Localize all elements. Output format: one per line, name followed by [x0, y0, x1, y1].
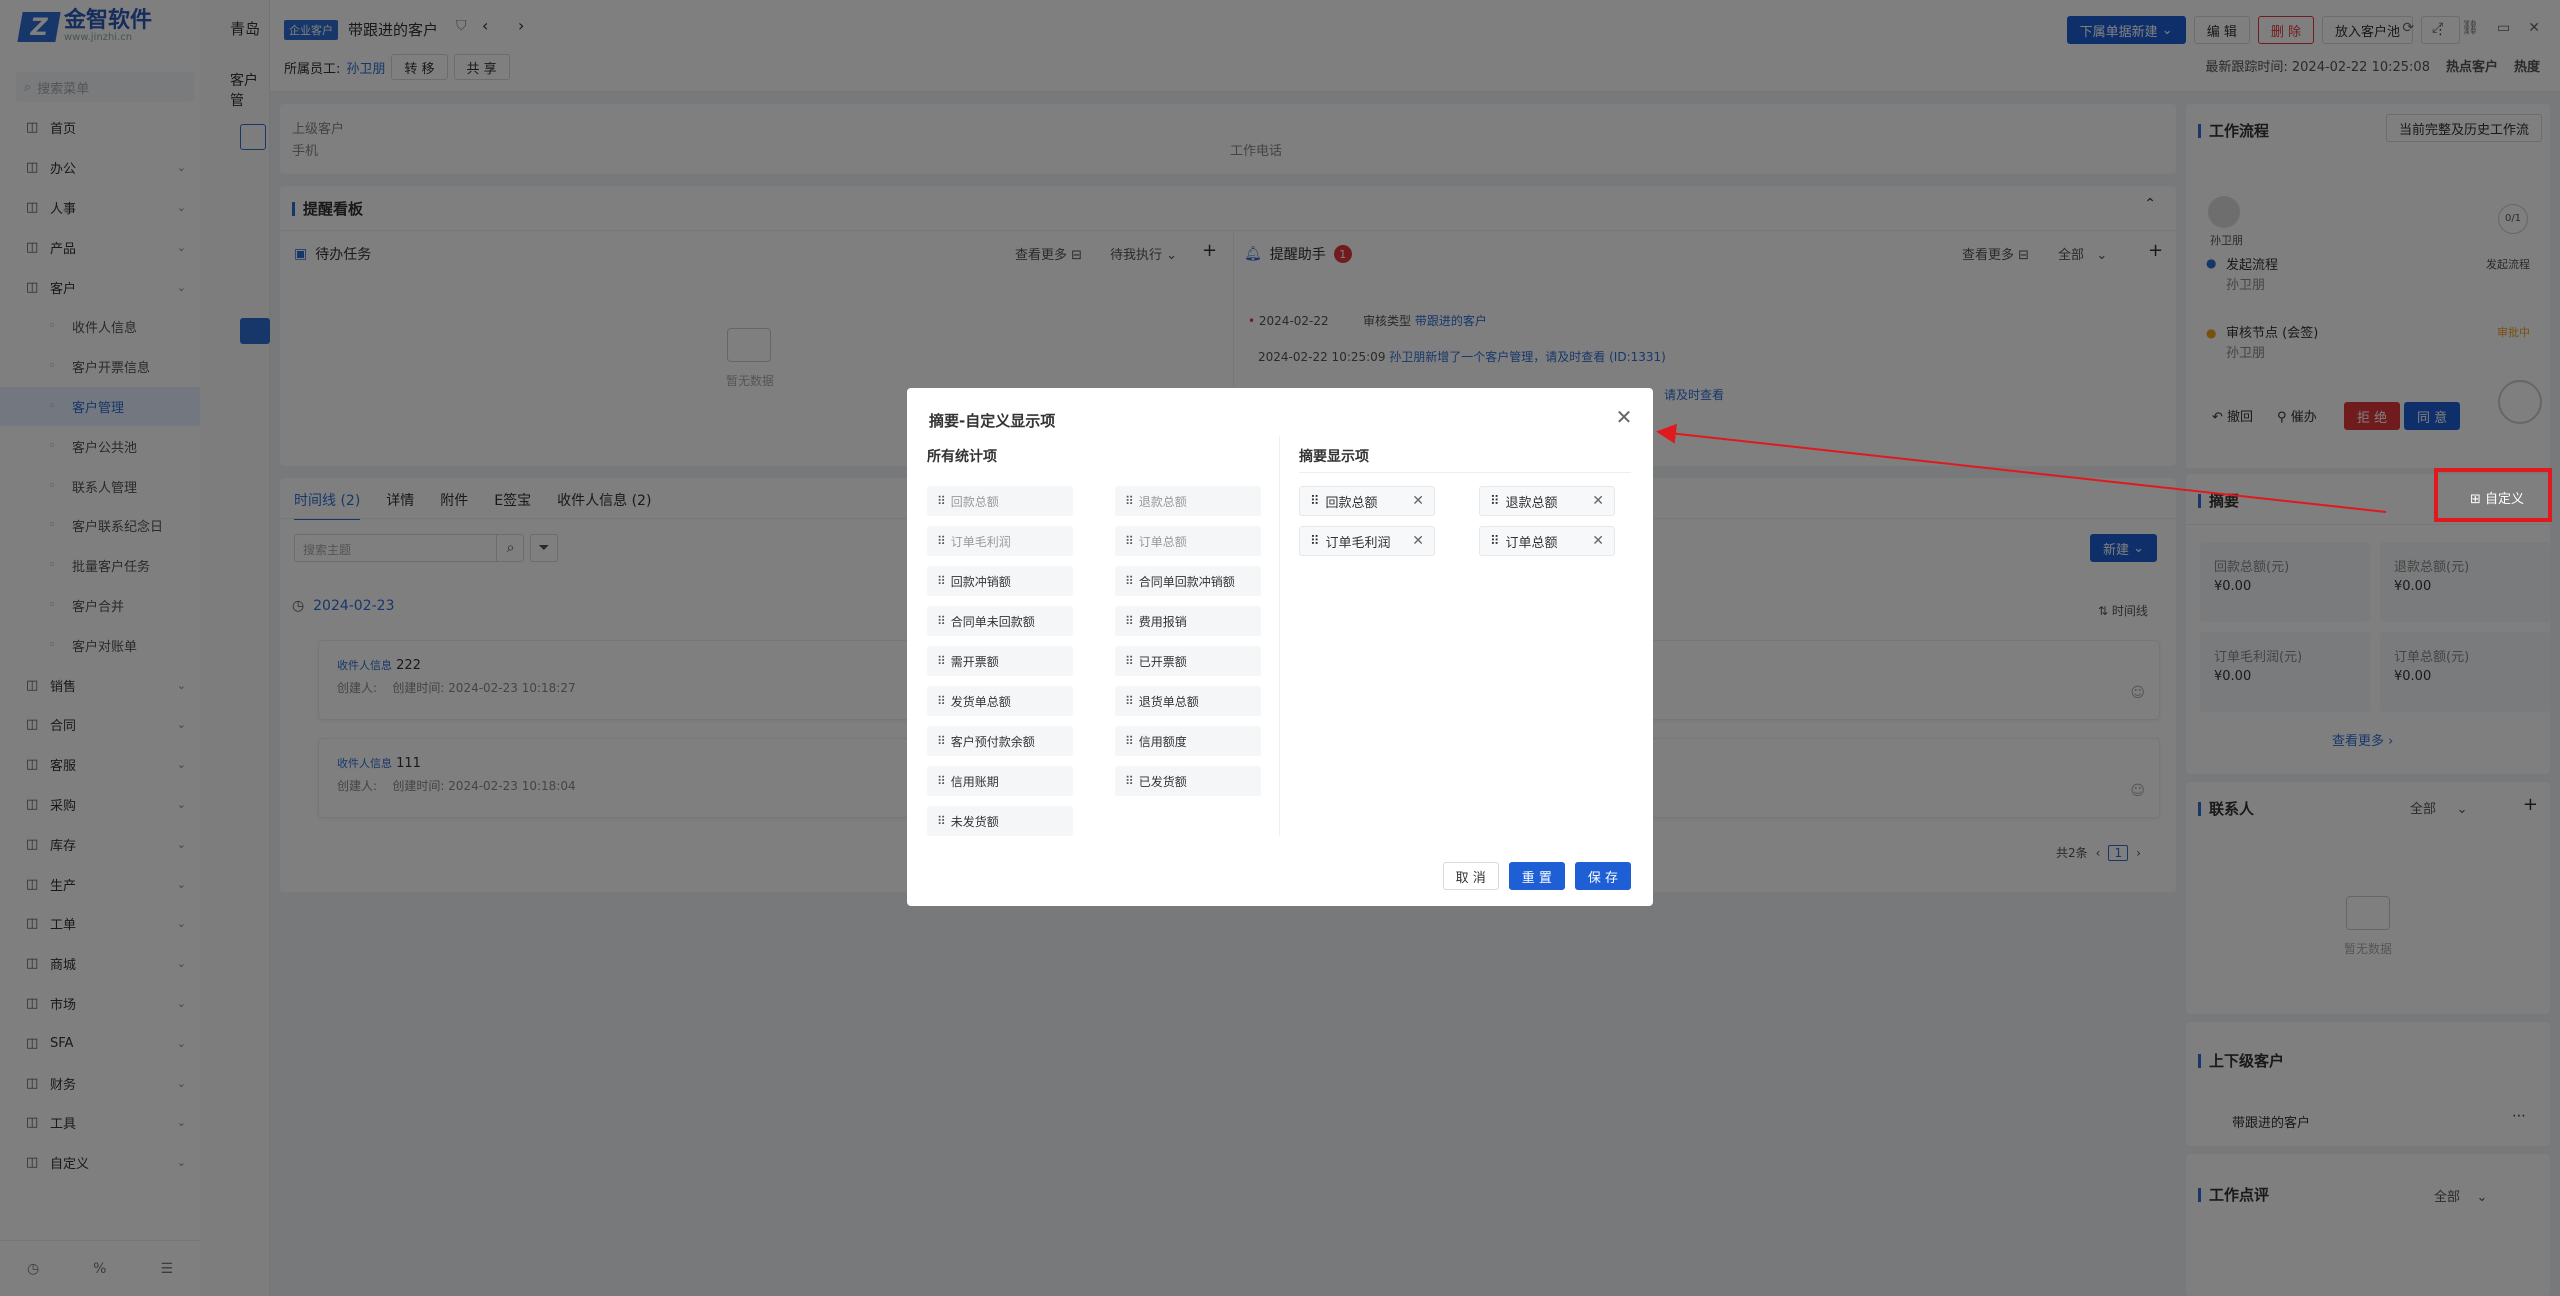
stat-option-item[interactable]: ⠿ 合同单未回款额	[927, 606, 1073, 636]
drag-handle-icon: ⠿	[1125, 494, 1134, 508]
drag-handle-icon: ⠿	[1125, 614, 1134, 628]
drag-handle-icon: ⠿	[937, 694, 946, 708]
drag-handle-icon: ⠿	[1125, 774, 1134, 788]
drag-handle-icon: ⠿	[937, 614, 946, 628]
stat-option-label: 订单毛利润	[950, 534, 1011, 549]
stat-option-item[interactable]: ⠿ 费用报销	[1115, 606, 1261, 636]
stat-option-label: 退货单总额	[1138, 694, 1199, 709]
shown-item[interactable]: ⠿ 订单毛利润 ✕	[1299, 526, 1435, 556]
all-items-title: 所有统计项	[927, 449, 997, 465]
stat-option-label: 回款总额	[950, 494, 999, 509]
remove-icon[interactable]: ✕	[1412, 493, 1424, 509]
drag-handle-icon[interactable]: ⠿	[1310, 534, 1320, 549]
drag-handle-icon: ⠿	[937, 774, 946, 788]
dialog-title: 摘要-自定义显示项	[929, 412, 1056, 430]
drag-handle-icon: ⠿	[937, 494, 946, 508]
stat-option-item: ⠿ 订单总额	[1115, 526, 1261, 556]
stat-option-item: ⠿ 退款总额	[1115, 486, 1261, 516]
dialog-divider	[1279, 436, 1280, 836]
stat-option-item[interactable]: ⠿ 客户预付款余额	[927, 726, 1073, 756]
dialog-footer: 取 消 重 置 保 存	[1442, 862, 1631, 890]
stat-option-label: 已发货额	[1138, 774, 1187, 789]
shown-item-label: 订单总额	[1505, 535, 1558, 551]
stat-option-label: 合同单未回款额	[950, 614, 1035, 629]
stat-option-item: ⠿ 订单毛利润	[927, 526, 1073, 556]
stat-option-label: 订单总额	[1138, 534, 1187, 549]
stat-option-label: 客户预付款余额	[950, 734, 1035, 749]
shown-item-label: 订单毛利润	[1325, 535, 1391, 551]
remove-icon[interactable]: ✕	[1592, 493, 1604, 509]
drag-handle-icon: ⠿	[1125, 574, 1134, 588]
stat-option-item[interactable]: ⠿ 退货单总额	[1115, 686, 1261, 716]
stat-option-item[interactable]: ⠿ 回款冲销额	[927, 566, 1073, 596]
stat-option-item[interactable]: ⠿ 信用额度	[1115, 726, 1261, 756]
shown-item[interactable]: ⠿ 回款总额 ✕	[1299, 486, 1435, 516]
stat-option-item[interactable]: ⠿ 未发货额	[927, 806, 1073, 836]
drag-handle-icon: ⠿	[937, 814, 946, 828]
close-icon[interactable]: ✕	[1613, 406, 1635, 428]
shown-items-list: ⠿ 回款总额 ✕ ⠿ 退款总额 ✕ ⠿ 订单毛利润 ✕ ⠿ 订单总额 ✕	[1299, 486, 1619, 556]
drag-handle-icon: ⠿	[937, 534, 946, 548]
drag-handle-icon[interactable]: ⠿	[1490, 494, 1500, 509]
stat-option-label: 未发货额	[950, 814, 999, 829]
stat-option-item[interactable]: ⠿ 已开票额	[1115, 646, 1261, 676]
stat-option-item[interactable]: ⠿ 已发货额	[1115, 766, 1261, 796]
stat-option-label: 发货单总额	[950, 694, 1011, 709]
remove-icon[interactable]: ✕	[1412, 533, 1424, 549]
shown-items-title: 摘要显示项	[1299, 449, 1369, 465]
stat-option-label: 费用报销	[1138, 614, 1187, 629]
drag-handle-icon: ⠿	[937, 574, 946, 588]
stat-option-label: 需开票额	[950, 654, 999, 669]
drag-handle-icon[interactable]: ⠿	[1310, 494, 1320, 509]
drag-handle-icon: ⠿	[1125, 734, 1134, 748]
divider	[1299, 472, 1631, 473]
customize-summary-dialog: 摘要-自定义显示项 ✕ 所有统计项 摘要显示项 ⠿ 回款总额 ⠿ 退款总额 ⠿ 订单毛利润…	[907, 388, 1653, 906]
all-items-list: ⠿ 回款总额 ⠿ 退款总额 ⠿ 订单毛利润 ⠿ 订单总额 ⠿ 回款冲销额 ⠿ 合同单回款冲销额 ⠿ 合同单…	[927, 486, 1267, 836]
stat-option-label: 退款总额	[1138, 494, 1187, 509]
stat-option-label: 合同单回款冲销额	[1138, 574, 1235, 589]
drag-handle-icon: ⠿	[1125, 694, 1134, 708]
stat-option-item[interactable]: ⠿ 信用账期	[927, 766, 1073, 796]
drag-handle-icon: ⠿	[937, 734, 946, 748]
stat-option-item: ⠿ 回款总额	[927, 486, 1073, 516]
shown-item-label: 退款总额	[1505, 495, 1558, 511]
reset-button[interactable]: 重 置	[1508, 862, 1565, 890]
remove-icon[interactable]: ✕	[1592, 533, 1604, 549]
stat-option-item[interactable]: ⠿ 合同单回款冲销额	[1115, 566, 1261, 596]
drag-handle-icon: ⠿	[1125, 534, 1134, 548]
stat-option-label: 信用额度	[1138, 734, 1187, 749]
drag-handle-icon[interactable]: ⠿	[1490, 534, 1500, 549]
cancel-button[interactable]: 取 消	[1442, 862, 1499, 890]
stat-option-item[interactable]: ⠿ 需开票额	[927, 646, 1073, 676]
drag-handle-icon: ⠿	[1125, 654, 1134, 668]
stat-option-label: 已开票额	[1138, 654, 1187, 669]
shown-item[interactable]: ⠿ 订单总额 ✕	[1479, 526, 1615, 556]
shown-item[interactable]: ⠿ 退款总额 ✕	[1479, 486, 1615, 516]
stat-option-label: 回款冲销额	[950, 574, 1011, 589]
save-button[interactable]: 保 存	[1574, 862, 1631, 890]
shown-item-label: 回款总额	[1325, 495, 1378, 511]
stat-option-item[interactable]: ⠿ 发货单总额	[927, 686, 1073, 716]
stat-option-label: 信用账期	[950, 774, 999, 789]
drag-handle-icon: ⠿	[937, 654, 946, 668]
